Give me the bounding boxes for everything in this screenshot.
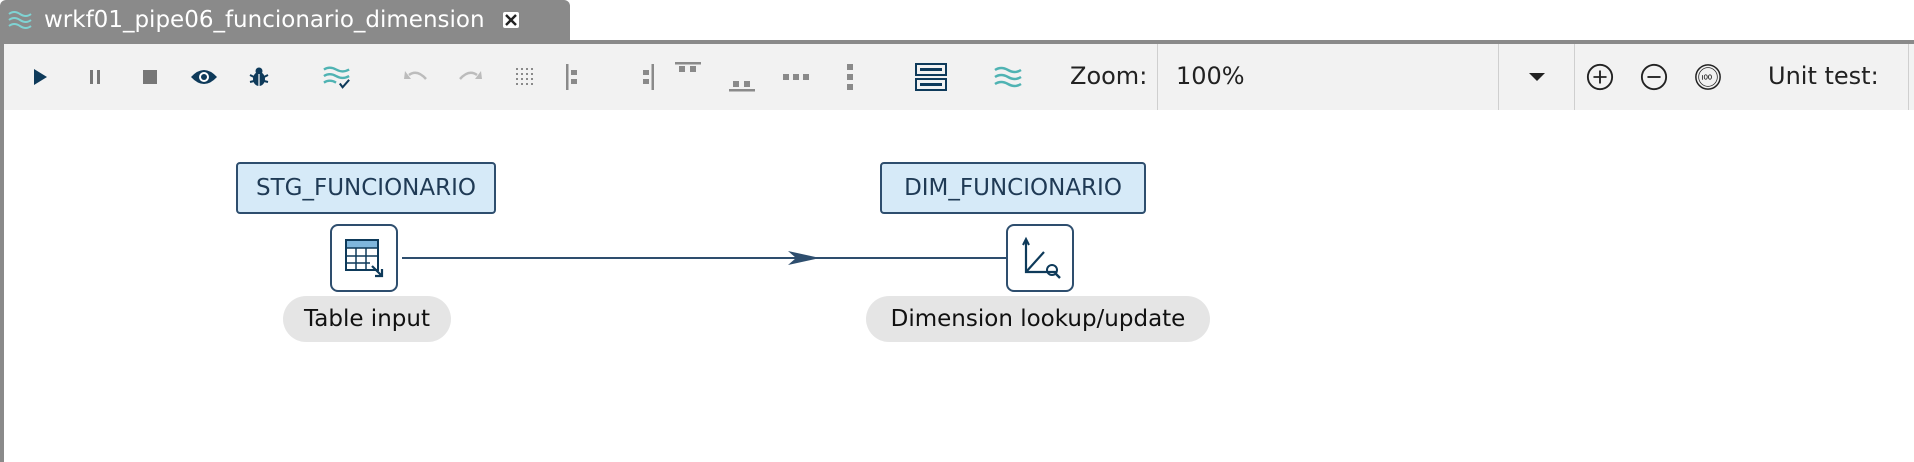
dimension-lookup-step[interactable] — [1006, 224, 1074, 292]
pipeline-toolbar: Zoom: 100% Unit test: — [0, 44, 1914, 110]
impact-analysis-icon[interactable] — [994, 63, 1022, 91]
pause-icon[interactable] — [81, 63, 109, 91]
distribute-horizontal-icon[interactable] — [782, 63, 810, 91]
show-steps-icon[interactable] — [914, 63, 948, 91]
preview-icon[interactable] — [190, 63, 218, 91]
dimension-lookup-icon — [1022, 236, 1061, 279]
zoom-label: Zoom: — [1070, 62, 1148, 90]
redo-icon[interactable] — [456, 63, 484, 91]
table-input-icon — [345, 239, 384, 278]
step-name-dim-funcionario[interactable]: DIM_FUNCIONARIO — [880, 162, 1146, 214]
pipeline-icon — [8, 9, 32, 31]
tab-strip: wrkf01_pipe06_funcionario_dimension — [0, 0, 1914, 40]
table-input-step[interactable] — [330, 224, 398, 292]
run-icon[interactable] — [26, 63, 54, 91]
align-left-icon[interactable] — [560, 63, 588, 91]
step-type-dimension-lookup: Dimension lookup/update — [866, 296, 1210, 342]
tab-title: wrkf01_pipe06_funcionario_dimension — [44, 7, 485, 33]
undo-icon[interactable] — [402, 63, 430, 91]
zoom-dropdown-button[interactable] — [1500, 44, 1574, 110]
align-bottom-icon[interactable] — [728, 70, 756, 98]
zoom-input[interactable]: 100% — [1157, 44, 1499, 110]
chevron-down-icon — [1529, 73, 1545, 81]
zoom-value: 100% — [1176, 62, 1245, 90]
zoom-in-icon[interactable] — [1586, 63, 1614, 91]
check-pipeline-icon[interactable] — [323, 63, 351, 91]
close-icon[interactable] — [501, 10, 521, 30]
unit-test-label: Unit test: — [1768, 62, 1879, 90]
align-top-icon[interactable] — [674, 56, 702, 84]
align-right-icon[interactable] — [632, 63, 660, 91]
debug-icon[interactable] — [245, 63, 273, 91]
distribute-vertical-icon[interactable] — [836, 63, 864, 91]
step-name-stg-funcionario[interactable]: STG_FUNCIONARIO — [236, 162, 496, 214]
zoom-100-icon[interactable] — [1694, 63, 1722, 91]
snap-to-grid-icon[interactable] — [512, 63, 540, 91]
step-type-table-input: Table input — [283, 296, 451, 342]
toolbar-separator — [1908, 44, 1909, 110]
stop-icon[interactable] — [136, 63, 164, 91]
pipeline-canvas[interactable]: STG_FUNCIONARIO Table input DIM_FUNCIONA… — [0, 110, 1914, 462]
zoom-out-icon[interactable] — [1640, 63, 1668, 91]
pipeline-tab[interactable]: wrkf01_pipe06_funcionario_dimension — [0, 0, 570, 40]
toolbar-separator — [1574, 44, 1575, 110]
